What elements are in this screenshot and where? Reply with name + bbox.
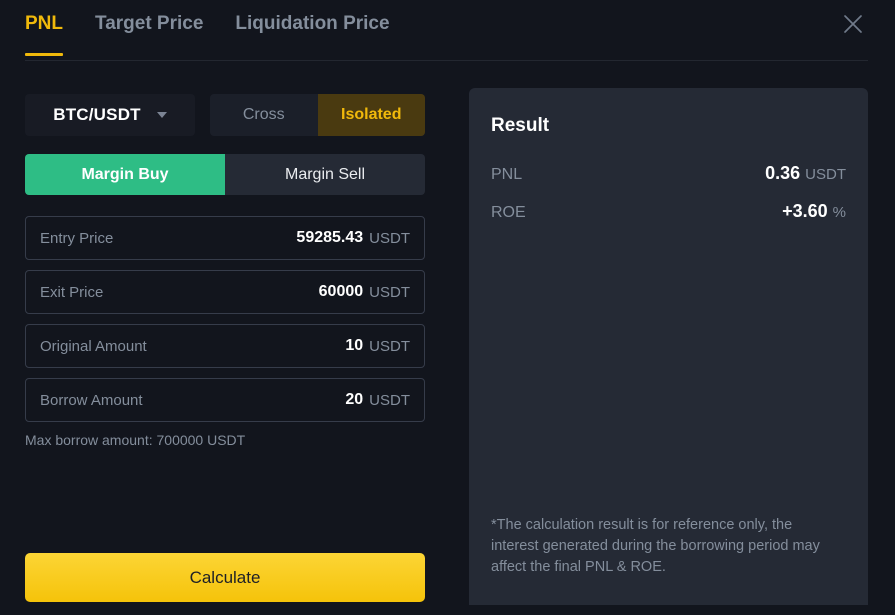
close-button[interactable] [838, 9, 868, 39]
margin-mode-isolated[interactable]: Isolated [317, 94, 425, 136]
calculator-form: BTC/USDT Cross Isolated Margin Buy Margi… [25, 94, 425, 448]
result-roe-key: ROE [491, 204, 526, 221]
tab-pnl-label: PNL [25, 13, 63, 34]
calculate-button[interactable]: Calculate [25, 553, 425, 602]
exit-price-field[interactable]: Exit Price 60000 USDT [25, 270, 425, 314]
tab-bar: PNL Target Price Liquidation Price [25, 10, 390, 56]
order-side-toggle: Margin Buy Margin Sell [25, 154, 425, 195]
close-icon [844, 15, 862, 33]
original-amount-field[interactable]: Original Amount 10 USDT [25, 324, 425, 368]
entry-price-label: Entry Price [40, 229, 114, 247]
borrow-amount-label: Borrow Amount [40, 391, 143, 409]
exit-price-value: 60000 [318, 283, 364, 300]
entry-price-unit: USDT [369, 229, 410, 247]
entry-price-field[interactable]: Entry Price 59285.43 USDT [25, 216, 425, 260]
result-row-roe: ROE +3.60 % [491, 201, 846, 239]
borrow-amount-unit: USDT [369, 391, 410, 409]
exit-price-unit: USDT [369, 283, 410, 301]
result-roe-unit: % [832, 204, 846, 221]
chevron-down-icon [156, 112, 167, 118]
result-pnl-key: PNL [491, 166, 523, 183]
borrow-amount-value: 20 [345, 391, 364, 408]
margin-mode-cross-label: Cross [242, 106, 285, 123]
tab-target-price-label: Target Price [95, 13, 204, 34]
result-title: Result [491, 115, 550, 136]
margin-sell-button[interactable]: Margin Sell [225, 154, 425, 195]
borrow-amount-field[interactable]: Borrow Amount 20 USDT [25, 378, 425, 422]
tab-liquidation-price-label: Liquidation Price [235, 13, 390, 34]
margin-buy-label: Margin Buy [81, 165, 169, 183]
result-row-pnl: PNL 0.36 USDT [491, 163, 846, 201]
max-borrow-note: Max borrow amount: 700000 USDT [25, 432, 246, 448]
original-amount-label: Original Amount [40, 337, 147, 355]
tab-pnl[interactable]: PNL [25, 10, 63, 56]
exit-price-label: Exit Price [40, 283, 104, 301]
margin-mode-cross[interactable]: Cross [210, 94, 318, 136]
pair-and-mode-row: BTC/USDT Cross Isolated [25, 94, 425, 136]
result-roe-value: +3.60 [782, 201, 828, 221]
margin-sell-label: Margin Sell [284, 165, 366, 183]
entry-price-value: 59285.43 [296, 229, 364, 246]
original-amount-unit: USDT [369, 337, 410, 355]
input-field-list: Entry Price 59285.43 USDT Exit Price 600… [25, 216, 425, 422]
header-divider [25, 60, 868, 61]
original-amount-value: 10 [345, 337, 364, 354]
trading-pair-label: BTC/USDT [53, 105, 141, 124]
margin-mode-toggle: Cross Isolated [210, 94, 425, 136]
dialog-header: PNL Target Price Liquidation Price [0, 0, 895, 61]
result-disclaimer: *The calculation result is for reference… [491, 517, 820, 575]
result-panel: Result PNL 0.36 USDT ROE +3.60 % *The ca… [469, 88, 868, 605]
result-pnl-unit: USDT [805, 166, 846, 183]
margin-buy-button[interactable]: Margin Buy [25, 154, 225, 195]
pnl-calculator-dialog: PNL Target Price Liquidation Price BTC/U… [0, 0, 895, 615]
result-pnl-value: 0.36 [765, 163, 801, 183]
tab-target-price[interactable]: Target Price [95, 10, 203, 56]
tab-liquidation-price[interactable]: Liquidation Price [235, 10, 389, 56]
margin-mode-isolated-label: Isolated [341, 106, 402, 123]
trading-pair-select[interactable]: BTC/USDT [25, 94, 195, 136]
